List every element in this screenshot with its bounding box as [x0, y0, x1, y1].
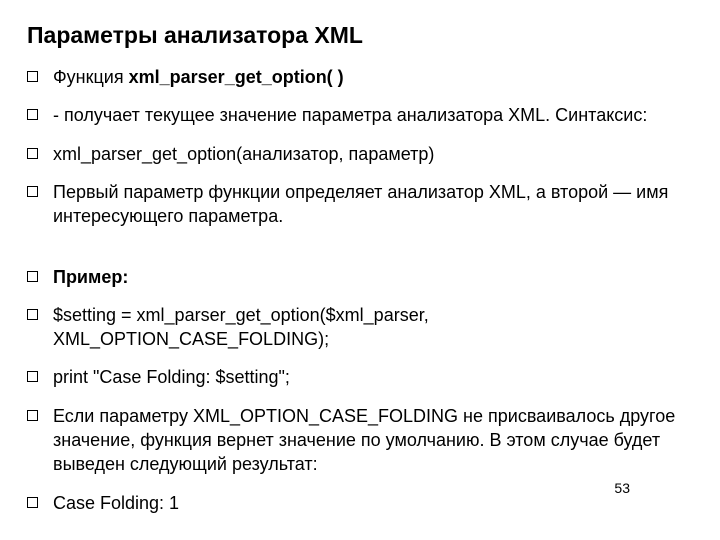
list-item: - получает текущее значение параметра ан… — [25, 103, 690, 127]
text: Case Folding: 1 — [53, 493, 179, 513]
list-item: Функция xml_parser_get_option( ) — [25, 65, 690, 89]
list-item: Case Folding: 1 — [25, 491, 690, 515]
page-title: Параметры анализатора XML — [27, 20, 690, 51]
list-item: xml_parser_get_option(анализатор, параме… — [25, 142, 690, 166]
text: print "Case Folding: $setting"; — [53, 367, 290, 387]
bullet-list: Функция xml_parser_get_option( ) - получ… — [25, 65, 690, 515]
text: Первый параметр функции определяет анали… — [53, 182, 668, 226]
list-item: $setting = xml_parser_get_option($xml_pa… — [25, 303, 690, 352]
list-item: Если параметру XML_OPTION_CASE_FOLDING н… — [25, 404, 690, 477]
list-item: Пример: — [25, 265, 690, 289]
page-number: 53 — [614, 479, 630, 498]
text: xml_parser_get_option(анализатор, параме… — [53, 144, 434, 164]
text: $setting = xml_parser_get_option($xml_pa… — [53, 305, 429, 349]
text: Функция — [53, 67, 129, 87]
list-item: Первый параметр функции определяет анали… — [25, 180, 690, 229]
text: Если параметру XML_OPTION_CASE_FOLDING н… — [53, 406, 675, 475]
bold-text: Пример: — [53, 267, 128, 287]
text: - получает текущее значение параметра ан… — [53, 105, 647, 125]
bold-text: xml_parser_get_option( ) — [129, 67, 344, 87]
list-item: print "Case Folding: $setting"; — [25, 365, 690, 389]
